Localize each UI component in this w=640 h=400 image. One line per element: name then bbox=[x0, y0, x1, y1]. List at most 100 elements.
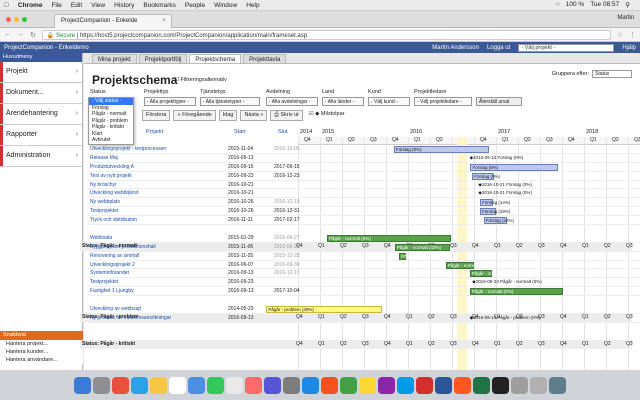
milestone-marker[interactable]: ◆2016-09-13 Pågår - problem (0%) bbox=[470, 315, 541, 321]
filter-options-toggle[interactable]: ☐ Filtreringsalternativ bbox=[174, 77, 227, 83]
tab-projektschema[interactable]: Projektschema bbox=[189, 54, 242, 63]
table-row[interactable]: Testprojektet 2016-09-23 ◆2016-09-23 Pågår… bbox=[88, 278, 640, 288]
shortcut-projects[interactable]: Hantera projekt... bbox=[0, 340, 83, 348]
milestone-marker[interactable]: ◆2016-10-21 Förslag (0%) bbox=[478, 190, 532, 196]
dock-app-icon[interactable] bbox=[416, 376, 433, 394]
menu-help[interactable]: Help bbox=[246, 2, 259, 9]
close-tab-icon[interactable]: × bbox=[162, 18, 166, 24]
project-name[interactable]: Utvecklingsprojekt - testprocessen bbox=[90, 146, 166, 152]
gantt-bar[interactable]: Pågår - problem (40%) bbox=[266, 306, 383, 314]
table-row[interactable]: Test av nytt projekt 2016-09-23 2016-12-23… bbox=[88, 172, 640, 181]
milestone-marker[interactable]: ◆2016-09-23 Pågår - normalt (0%) bbox=[472, 279, 542, 285]
project-name[interactable]: Testprojektet bbox=[90, 279, 118, 285]
gantt-bar[interactable]: Förslag (22%) bbox=[483, 217, 514, 225]
sidebar-item-rapporter[interactable]: Rapporter › bbox=[0, 125, 82, 146]
clock[interactable]: Tue 08:57 bbox=[590, 1, 619, 9]
project-name[interactable]: Ny webbplats bbox=[90, 199, 120, 205]
dock-app-icon[interactable] bbox=[473, 376, 490, 394]
print-button[interactable]: ⎙ Skriv ut bbox=[270, 110, 303, 121]
help-link[interactable]: Hjälp bbox=[622, 45, 636, 51]
menu-people[interactable]: People bbox=[185, 2, 205, 9]
project-name[interactable]: Utveckling av webbsajt bbox=[90, 306, 141, 312]
menu-dots-icon[interactable]: ⋮ bbox=[629, 31, 636, 39]
filter-projekttyp[interactable]: - Alla projekttyper - bbox=[144, 97, 196, 106]
filter-tjanstetyp[interactable]: - Alla tjänstetyper - bbox=[200, 97, 260, 106]
tab-projekttavla[interactable]: Projekttavla bbox=[243, 54, 287, 63]
group-by-select[interactable]: Status bbox=[592, 70, 632, 78]
dock-app-icon[interactable] bbox=[340, 376, 357, 394]
col-project[interactable]: Projekt bbox=[146, 129, 163, 135]
table-row[interactable]: Webbsida 2015-01-29 2016-06-27 Pågår - norm… bbox=[88, 234, 640, 243]
zoom-in-button[interactable]: Förstora bbox=[142, 110, 171, 121]
table-row[interactable]: Testprojektet 2016-10-26 2016-12-31 Förslag… bbox=[88, 207, 640, 217]
gantt-bar[interactable]: Pågår - normalt (3%) bbox=[399, 252, 443, 260]
menu-edit[interactable]: Edit bbox=[71, 2, 82, 9]
address-bar[interactable]: 🔒 Secure | https://host5.projectcompanio… bbox=[41, 29, 611, 40]
dock-app-icon[interactable] bbox=[150, 376, 167, 394]
table-row[interactable]: Renovering av simhall 2015-11-25 2015-12-2… bbox=[88, 252, 640, 261]
dock-app-icon[interactable] bbox=[264, 376, 281, 394]
minimize-window-icon[interactable] bbox=[14, 17, 19, 22]
table-row[interactable]: Systeminförandet 2016-09-13 2016-12-17 Pågå… bbox=[88, 269, 640, 279]
previous-button[interactable]: « Föregående bbox=[173, 110, 216, 121]
gantt-bar[interactable]: Pågår - normalt (5%) bbox=[327, 234, 452, 242]
dock-app-icon[interactable] bbox=[492, 376, 509, 394]
dock-app-icon[interactable] bbox=[74, 376, 91, 394]
table-row[interactable]: Utvecklingsprojekt 2 2016-06-07 2016-09-30… bbox=[88, 261, 640, 270]
sidebar-item-administration[interactable]: Administration › bbox=[0, 146, 82, 167]
reset-filter-button[interactable]: Återställ urval bbox=[476, 97, 522, 106]
today-button[interactable]: Idag bbox=[218, 110, 238, 121]
dock-app-icon[interactable] bbox=[169, 376, 186, 394]
project-name[interactable]: Ny bröschyr bbox=[90, 182, 117, 188]
zoom-window-icon[interactable] bbox=[22, 17, 27, 22]
col-start[interactable]: Start bbox=[234, 129, 246, 135]
dock-app-icon[interactable] bbox=[454, 376, 471, 394]
project-name[interactable]: Webbsida bbox=[90, 235, 112, 241]
dock-app-icon[interactable] bbox=[530, 376, 547, 394]
app-menu[interactable]: Chrome bbox=[18, 2, 43, 9]
table-row[interactable]: Utvecklingsprojekt - testprocessen 2015-1… bbox=[88, 145, 640, 154]
table-row[interactable]: Byggprojektet produktionshall 2015-11-06 2… bbox=[88, 243, 640, 252]
filter-kund[interactable]: - Välj kund - bbox=[368, 97, 410, 106]
table-row[interactable]: Produktutveckling A 2016-09-15 2017-09-15 F… bbox=[88, 163, 640, 172]
gantt-bar[interactable]: Förslag (0%) bbox=[393, 146, 489, 153]
dock-app-icon[interactable] bbox=[511, 376, 528, 394]
forward-icon[interactable]: → bbox=[17, 31, 24, 38]
project-name[interactable]: Systeminförandet bbox=[90, 270, 129, 276]
dock-app-icon[interactable] bbox=[321, 376, 338, 394]
gantt-bar[interactable]: Förslag (0%) bbox=[472, 172, 500, 180]
filter-land[interactable]: - Alla länder - bbox=[322, 97, 364, 106]
table-row[interactable]: Release Maj 2016-09-13 ◆2016-09-13 Förslag… bbox=[88, 154, 640, 163]
milestone-marker[interactable]: ◆2016-10-21 Förslag (0%) bbox=[478, 182, 532, 188]
sidebar-item-projekt[interactable]: Projekt › bbox=[0, 62, 82, 83]
battery-label[interactable]: 100 % bbox=[566, 1, 584, 9]
sidebar-item-arendehantering[interactable]: Ärendehantering › bbox=[0, 104, 82, 125]
dock-app-icon[interactable] bbox=[112, 376, 129, 394]
project-name[interactable]: Test av nytt projekt bbox=[90, 173, 132, 179]
profile-name[interactable]: Martin bbox=[617, 15, 634, 21]
project-name[interactable]: Tryck och distribution bbox=[90, 217, 137, 223]
gantt-bar[interactable]: Pågår - normalt (43%) bbox=[394, 243, 451, 251]
project-name[interactable]: Byggprojektet produktionshall bbox=[90, 244, 156, 250]
table-row[interactable]: Ny process för medlemsansökningar 2016-09… bbox=[88, 314, 640, 323]
menu-file[interactable]: File bbox=[51, 2, 61, 9]
dock-app-icon[interactable] bbox=[283, 376, 300, 394]
project-name[interactable]: Testprojektet bbox=[90, 208, 118, 214]
shortcut-customers[interactable]: Hantera kunder... bbox=[0, 348, 83, 356]
dock-app-icon[interactable] bbox=[302, 376, 319, 394]
project-name[interactable]: Utvecklingsprojekt 2 bbox=[90, 262, 135, 268]
project-name[interactable]: Utveckling webbtjänst bbox=[90, 190, 138, 196]
table-row[interactable]: Utveckling webbtjänst 2016-10-21 ◆2016-10-… bbox=[88, 189, 640, 199]
status-dropdown[interactable]: - Välj status - Förslag Pågår - normalt … bbox=[88, 97, 134, 145]
gantt-bar[interactable]: Förslag (28%) bbox=[480, 208, 510, 216]
star-icon[interactable]: ☆ bbox=[617, 31, 623, 39]
table-row[interactable]: Fastighet 1 Ljungby 2016-09-13 2017-10-04 P… bbox=[88, 287, 640, 297]
dock-app-icon[interactable] bbox=[435, 376, 452, 394]
dock-app-icon[interactable] bbox=[226, 376, 243, 394]
project-select[interactable]: - Välj projekt - bbox=[518, 43, 615, 52]
browser-tab[interactable]: ProjectCompanion - Enkelde × bbox=[54, 14, 172, 28]
menu-bookmarks[interactable]: Bookmarks bbox=[143, 2, 176, 9]
search-icon[interactable]: ⚲ bbox=[625, 1, 630, 9]
col-end[interactable]: Slut bbox=[278, 129, 287, 135]
filter-projektledare[interactable]: - Välj projektledare - bbox=[414, 97, 472, 106]
